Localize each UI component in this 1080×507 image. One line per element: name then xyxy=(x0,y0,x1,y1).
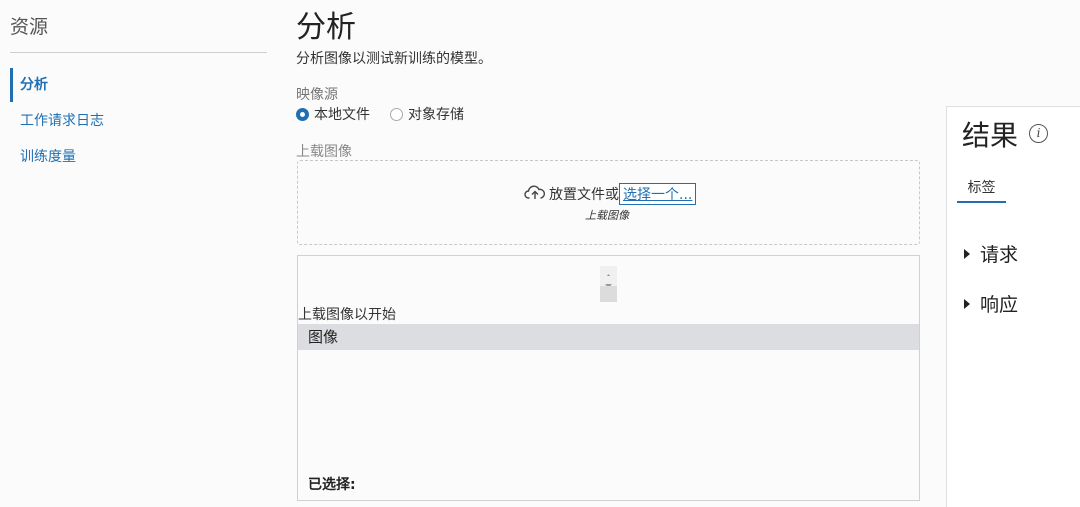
spinner-track[interactable] xyxy=(600,286,617,302)
spinner-down-icon[interactable] xyxy=(600,276,617,288)
selected-label: 已选择: xyxy=(308,477,356,493)
page-description: 分析图像以测试新训练的模型。 xyxy=(296,51,492,67)
sidebar-item-work-request-log[interactable]: 工作请求日志 xyxy=(10,104,210,138)
radio-object-storage[interactable] xyxy=(390,107,403,121)
sidebar-title: 资源 xyxy=(10,16,49,38)
choose-file-link[interactable]: 选择一个... xyxy=(619,183,697,205)
scroll-spinner[interactable] xyxy=(600,266,617,302)
radio-local-file[interactable] xyxy=(296,107,309,121)
caret-right-icon xyxy=(964,248,970,259)
response-section-label: 响应 xyxy=(980,294,1019,316)
request-section-toggle[interactable]: 请求 xyxy=(964,240,1018,267)
dropzone-prompt: 放置文件或 选择一个... xyxy=(524,183,697,205)
upload-start-text: 上载图像以开始 xyxy=(298,307,396,323)
dropzone-text: 放置文件或 xyxy=(549,187,619,203)
image-source-radio-group: 本地文件 对象存储 xyxy=(296,104,484,124)
results-title: 结果 xyxy=(962,119,1019,152)
info-icon[interactable]: i xyxy=(1029,124,1048,143)
radio-object-storage-label[interactable]: 对象存储 xyxy=(408,104,464,124)
sidebar-divider xyxy=(10,52,267,53)
sidebar-item-training-metrics[interactable]: 训练度量 xyxy=(10,140,210,174)
upload-image-label: 上载图像 xyxy=(296,144,352,160)
spinner-up-icon[interactable] xyxy=(600,266,617,278)
response-section-toggle[interactable]: 响应 xyxy=(964,290,1018,317)
dropzone-subtext: 上载图像 xyxy=(585,209,629,222)
sidebar-item-analyze[interactable]: 分析 xyxy=(10,68,210,102)
page-title: 分析 xyxy=(296,10,356,45)
image-source-label: 映像源 xyxy=(296,87,338,103)
radio-local-file-label[interactable]: 本地文件 xyxy=(314,104,370,124)
caret-right-icon xyxy=(964,298,970,309)
request-section-label: 请求 xyxy=(980,244,1019,266)
cloud-upload-icon xyxy=(524,184,549,204)
image-list-header: 图像 xyxy=(298,324,919,350)
tab-labels[interactable]: 标签 xyxy=(957,177,1006,203)
